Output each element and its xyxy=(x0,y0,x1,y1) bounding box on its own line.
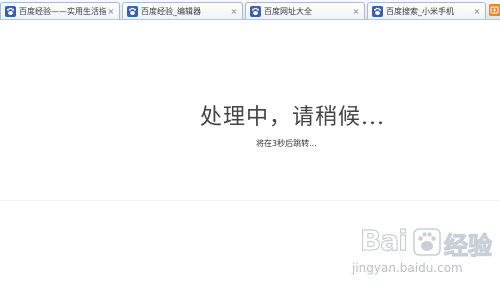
baidu-paw-icon xyxy=(413,228,441,256)
divider xyxy=(0,200,500,201)
tab-baidu-hao123[interactable]: 百度网址大全 × xyxy=(245,2,365,19)
tab-baidu-search-xiaomi[interactable]: 百度搜索_小米手机 × xyxy=(367,2,486,19)
watermark-logo-text: Bai xyxy=(359,223,408,257)
watermark-url: jingyan.baidu.com xyxy=(352,261,463,275)
browser-page: 百度经验——实用生活指南 × 百度经验_编辑器 × 百度网址大全 × 百度搜索_… xyxy=(0,0,500,299)
close-icon[interactable]: × xyxy=(351,3,361,20)
tab-strip: 百度经验——实用生活指南 × 百度经验_编辑器 × 百度网址大全 × 百度搜索_… xyxy=(0,0,500,20)
processing-message: 处理中，请稍候... xyxy=(200,105,385,130)
close-icon[interactable]: × xyxy=(472,3,482,20)
close-icon[interactable]: × xyxy=(106,3,116,20)
baidu-paw-icon xyxy=(5,5,16,17)
watermark-logo-suffix: 经验 xyxy=(443,231,492,260)
baidu-paw-icon xyxy=(127,5,138,17)
tab-label: 百度经验_编辑器 xyxy=(141,6,201,16)
tab-label: 百度网址大全 xyxy=(264,6,312,16)
tab-baidu-jingyan-guide[interactable]: 百度经验——实用生活指南 × xyxy=(0,2,120,19)
close-icon[interactable]: × xyxy=(229,3,239,20)
baidu-jingyan-watermark: Bai 经验 jingyan.baidu.com xyxy=(352,223,496,290)
tab-label: 百度搜索_小米手机 xyxy=(386,6,454,16)
plus-icon xyxy=(490,6,499,14)
tab-label: 百度经验——实用生活指南 xyxy=(19,6,106,16)
baidu-paw-icon xyxy=(372,5,383,17)
redirect-notice: 将在3秒后跳转... xyxy=(256,139,317,148)
tab-baidu-jingyan-editor[interactable]: 百度经验_编辑器 × xyxy=(122,2,243,19)
baidu-paw-icon xyxy=(250,5,261,17)
new-tab-icon[interactable] xyxy=(489,4,500,16)
